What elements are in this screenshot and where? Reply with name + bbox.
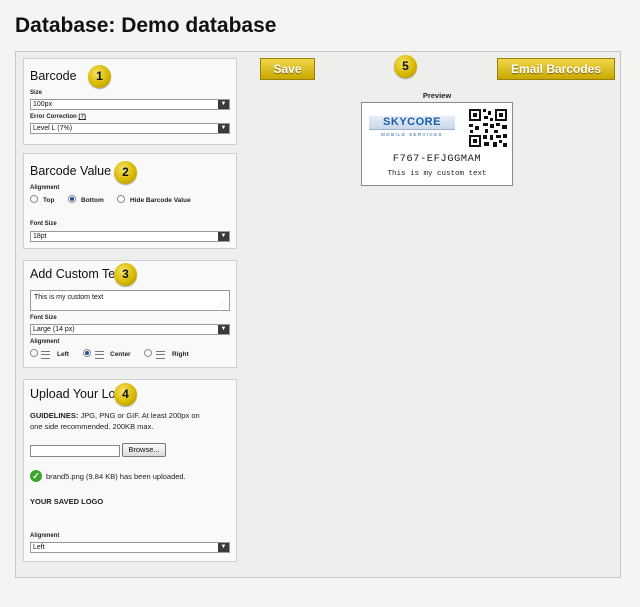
size-select[interactable]: 100px ▼	[30, 99, 230, 110]
email-barcodes-button[interactable]: Email Barcodes	[497, 58, 615, 80]
radio-top-label: Top	[43, 197, 55, 204]
file-path-input[interactable]	[30, 445, 120, 457]
preview-logo: SKYCORE MOBILE SERVICES	[369, 116, 455, 137]
error-correction-label: Error Correction (?)	[30, 114, 86, 120]
preview-label: Preview	[422, 91, 452, 100]
error-correction-help-link[interactable]: (?)	[78, 114, 86, 120]
radio-hide-barcode-value-label: Hide Barcode Value	[130, 197, 191, 204]
logo-alignment-label: Alignment	[30, 533, 60, 539]
custom-text-panel-title: Add Custom Text	[30, 267, 125, 281]
barcode-value-panel: Barcode Value 2 Alignment Top Bottom Hid…	[23, 153, 237, 249]
preview-logo-text: SKYCORE	[369, 116, 455, 130]
saved-logo-label: YOUR SAVED LOGO	[30, 497, 104, 506]
custom-text-panel: Add Custom Text 3 This is my custom text…	[23, 260, 237, 368]
page-title: Database: Demo database	[15, 14, 277, 37]
guidelines-label: GUIDELINES:	[30, 411, 79, 420]
radio-bottom[interactable]	[68, 195, 76, 203]
radio-left[interactable]	[30, 349, 38, 357]
browse-button[interactable]: Browse...	[122, 443, 166, 457]
guidelines-line2: one side recommended. 200KB max.	[30, 422, 154, 431]
save-button[interactable]: Save	[260, 58, 315, 80]
logo-alignment-value: Left	[33, 544, 45, 551]
preview-barcode-value: F767-EFJGGMAM	[392, 153, 482, 165]
preview-logo-subtext: MOBILE SERVICES	[381, 132, 443, 137]
preview-box: SKYCORE MOBILE SERVICES F767-EFJGGMAM Th…	[361, 102, 513, 186]
size-label: Size	[30, 90, 43, 96]
custom-text-input[interactable]: This is my custom text ⋰	[30, 290, 230, 311]
barcode-font-size-label: Font Size	[30, 221, 57, 227]
error-correction-label-text: Error Correction	[30, 114, 77, 120]
barcode-value-panel-title: Barcode Value	[30, 164, 112, 178]
qr-code-icon	[468, 108, 508, 148]
logo-guidelines: GUIDELINES: JPG, PNG or GIF. At least 20…	[30, 410, 230, 432]
step-badge-2: 2	[114, 161, 137, 184]
size-select-value: 100px	[33, 101, 53, 108]
preview-custom-text: This is my custom text	[387, 170, 487, 178]
barcode-font-size-select[interactable]: 18pt ▼	[30, 231, 230, 242]
align-center-icon	[95, 351, 104, 359]
error-correction-select[interactable]: Level L (7%) ▼	[30, 123, 230, 134]
radio-top[interactable]	[30, 195, 38, 203]
dropdown-arrow-icon: ▼	[218, 124, 229, 133]
custom-font-size-label: Font Size	[30, 315, 57, 321]
guidelines-line1: JPG, PNG or GIF. At least 200px on	[80, 411, 200, 420]
step-badge-1: 1	[88, 65, 111, 88]
radio-right-label: Right	[172, 351, 189, 358]
radio-right[interactable]	[144, 349, 152, 357]
check-icon: ✓	[30, 470, 42, 482]
resize-handle-icon[interactable]: ⋰	[218, 301, 224, 308]
step-badge-5: 5	[394, 55, 417, 78]
radio-center[interactable]	[83, 349, 91, 357]
dropdown-arrow-icon: ▼	[218, 325, 229, 334]
logo-panel: Upload Your Logo 4 GUIDELINES: JPG, PNG …	[23, 379, 237, 562]
barcode-panel-title: Barcode	[30, 69, 77, 83]
radio-left-label: Left	[57, 351, 69, 358]
barcode-font-size-value: 18pt	[33, 233, 47, 240]
dropdown-arrow-icon: ▼	[218, 100, 229, 109]
custom-font-size-select[interactable]: Large (14 px) ▼	[30, 324, 230, 335]
error-correction-value: Level L (7%)	[33, 125, 73, 132]
radio-center-label: Center	[110, 351, 131, 358]
step-badge-4: 4	[114, 383, 137, 406]
step-badge-3: 3	[114, 263, 137, 286]
align-right-icon	[156, 351, 165, 359]
upload-status: brand5.png (9.84 KB) has been uploaded.	[46, 472, 186, 481]
custom-text-value: This is my custom text	[34, 294, 104, 301]
align-left-icon	[41, 351, 50, 359]
dropdown-arrow-icon: ▼	[218, 543, 229, 552]
dropdown-arrow-icon: ▼	[218, 232, 229, 241]
radio-bottom-label: Bottom	[81, 197, 104, 204]
custom-alignment-label: Alignment	[30, 339, 60, 345]
barcode-alignment-label: Alignment	[30, 185, 60, 191]
editor-container: Barcode 1 Size 100px ▼ Error Correction …	[15, 51, 621, 578]
custom-font-size-value: Large (14 px)	[33, 326, 75, 333]
logo-alignment-select[interactable]: Left ▼	[30, 542, 230, 553]
barcode-panel: Barcode 1 Size 100px ▼ Error Correction …	[23, 58, 237, 145]
radio-hide-barcode-value[interactable]	[117, 195, 125, 203]
